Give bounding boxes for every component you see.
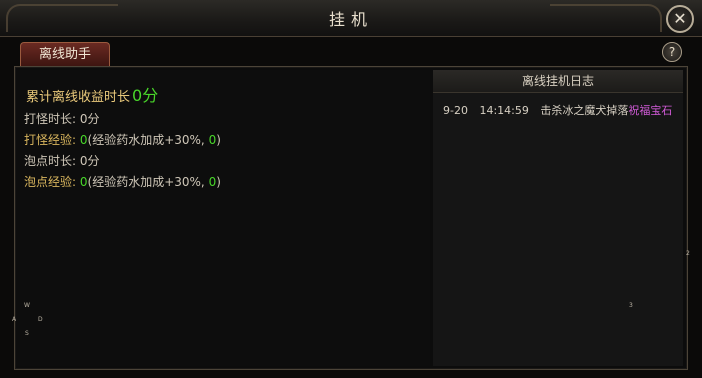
offline-stats-panel: 累计离线收益时长 0分 打怪时长: 0分 打怪经验: 0(经验药水加成+30%, … — [16, 70, 430, 366]
stat-label: 泡点时长: — [24, 154, 77, 168]
title-bar: 挂机 ✕ — [0, 0, 702, 37]
stat-row-fight-exp: 打怪经验: 0(经验药水加成+30%, 0) — [24, 131, 221, 148]
stat-tail: ) — [216, 133, 221, 147]
help-button[interactable]: ? — [662, 42, 682, 62]
stat-detail: (经验药水加成+30%, — [87, 175, 205, 189]
log-title: 离线挂机日志 — [433, 70, 683, 93]
stat-value: 0 — [79, 175, 88, 189]
stray-marker-s: S — [25, 330, 29, 337]
stray-marker-d: D — [38, 316, 43, 323]
offline-log-panel[interactable]: 离线挂机日志 9-20 14:14:59 击杀冰之魔犬掉落祝福宝石 — [433, 70, 683, 366]
log-entry: 9-20 14:14:59 击杀冰之魔犬掉落祝福宝石 — [443, 102, 672, 118]
stat-row-idle-time: 泡点时长: 0分 — [24, 152, 100, 169]
stray-marker-w: W — [24, 302, 30, 309]
summary-label: 累计离线收益时长 — [26, 90, 131, 105]
stat-label: 打怪经验: — [24, 133, 77, 147]
stat-detail: (经验药水加成+30%, — [87, 133, 205, 147]
window-title: 挂机 — [328, 10, 373, 29]
stray-marker-3: 3 — [629, 302, 633, 309]
log-time: 14:14:59 — [479, 104, 529, 117]
stat-value: 0分 — [79, 154, 100, 168]
question-icon: ? — [668, 45, 676, 59]
close-icon: ✕ — [673, 9, 687, 28]
stray-marker-a: A — [12, 316, 17, 323]
stat-row-fight-time: 打怪时长: 0分 — [24, 110, 100, 127]
stat-label: 泡点经验: — [24, 175, 77, 189]
log-date: 9-20 — [443, 104, 468, 117]
log-item: 祝福宝石 — [628, 104, 673, 117]
summary-value: 0分 — [132, 86, 159, 105]
stat-tail: ) — [216, 175, 221, 189]
close-button[interactable]: ✕ — [666, 5, 694, 33]
offline-summary: 累计离线收益时长 0分 — [26, 82, 158, 106]
stat-value: 0分 — [79, 112, 100, 126]
stat-label: 打怪时长: — [24, 112, 77, 126]
tab-offline-assistant[interactable]: 离线助手 — [20, 42, 110, 67]
log-text: 击杀冰之魔犬掉落 — [540, 104, 629, 117]
stat-row-idle-exp: 泡点经验: 0(经验药水加成+30%, 0) — [24, 173, 221, 190]
stray-marker-2: 2 — [686, 250, 690, 257]
stat-value: 0 — [79, 133, 88, 147]
